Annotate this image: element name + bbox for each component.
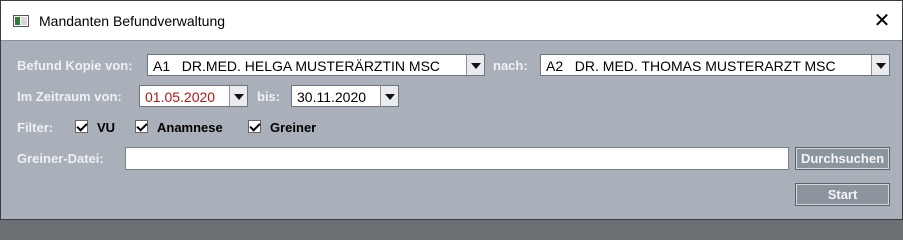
date-to-picker[interactable]: 30.11.2020 <box>291 85 399 107</box>
title-bar: Mandanten Befundverwaltung ✕ <box>1 1 902 40</box>
app-window-icon <box>13 15 29 27</box>
filter-greiner-label: Greiner <box>270 120 317 135</box>
dropdown-arrow-icon[interactable] <box>380 86 398 106</box>
dropdown-arrow-icon[interactable] <box>466 55 484 75</box>
befund-to-select[interactable]: A2 DR. MED. THOMAS MUSTERARZT MSC <box>540 54 890 76</box>
greiner-datei-label: Greiner-Datei: <box>17 151 104 166</box>
dialog-window: Mandanten Befundverwaltung ✕ Befund Kopi… <box>0 0 903 220</box>
filter-anamnese-label: Anamnese <box>157 120 223 135</box>
date-to-value: 30.11.2020 <box>297 89 367 105</box>
filter-greiner-checkbox[interactable] <box>248 120 261 133</box>
befund-from-value: A1 DR.MED. HELGA MUSTERÄRZTIN MSC <box>153 58 441 74</box>
filter-label: Filter: <box>17 120 54 135</box>
befund-from-select[interactable]: A1 DR.MED. HELGA MUSTERÄRZTIN MSC <box>147 54 485 76</box>
dropdown-arrow-icon[interactable] <box>229 86 247 106</box>
date-from-value: 01.05.2020 <box>145 89 216 105</box>
title-divider <box>1 40 902 41</box>
zeitraum-label: Im Zeitraum von: <box>17 89 122 104</box>
app-icon-left-pane <box>15 17 20 25</box>
start-button[interactable]: Start <box>795 183 890 206</box>
befund-kopie-label: Befund Kopie von: <box>17 58 133 73</box>
browse-button[interactable]: Durchsuchen <box>795 147 890 170</box>
filter-vu-checkbox[interactable] <box>75 120 88 133</box>
date-from-picker[interactable]: 01.05.2020 <box>139 85 248 107</box>
befund-to-value: A2 DR. MED. THOMAS MUSTERARZT MSC <box>546 58 836 74</box>
filter-vu-label: VU <box>97 120 116 135</box>
dropdown-arrow-icon[interactable] <box>871 55 889 75</box>
greiner-file-input[interactable] <box>125 147 789 170</box>
close-icon[interactable]: ✕ <box>867 7 897 35</box>
filter-anamnese-checkbox[interactable] <box>135 120 148 133</box>
window-title: Mandanten Befundverwaltung <box>39 13 226 29</box>
nach-label: nach: <box>493 58 528 73</box>
app-icon-right-pane <box>21 17 27 25</box>
bis-label: bis: <box>257 89 281 104</box>
